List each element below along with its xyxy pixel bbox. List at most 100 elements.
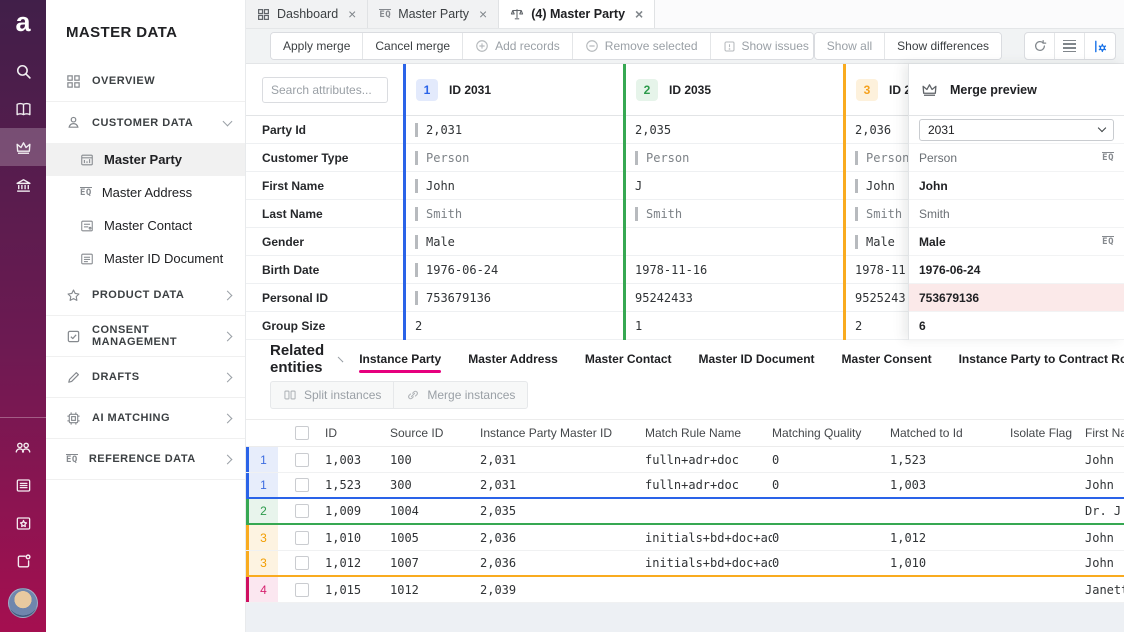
user-avatar[interactable] <box>8 588 38 618</box>
add-records-button[interactable]: Add records <box>463 33 573 59</box>
tab-instance-party-to-contract-role[interactable]: Instance Party to Contract Role <box>959 340 1124 378</box>
eq-rule-icon[interactable]: EQ <box>1102 152 1114 163</box>
docs-icon[interactable] <box>0 90 46 128</box>
preview-record-select[interactable]: 2031 <box>919 119 1114 141</box>
sidebar-item-overview[interactable]: OVERVIEW <box>46 61 245 102</box>
select-all-checkbox[interactable] <box>278 426 325 440</box>
record3-value[interactable]: Person <box>843 144 908 171</box>
column-header-match-rule-name[interactable]: Match Rule Name <box>645 426 772 440</box>
column-header-instance-party-master-id[interactable]: Instance Party Master ID <box>480 426 645 440</box>
monitoring-icon[interactable] <box>0 504 46 542</box>
record3-value[interactable]: Smith <box>843 200 908 227</box>
record2-value[interactable]: J <box>623 172 843 199</box>
preview-row-personal-id[interactable]: 753679136 <box>909 284 1124 312</box>
instance-row[interactable]: 2 1,009 1004 2,035 Dr. J <box>246 499 1124 525</box>
users-icon[interactable] <box>0 428 46 466</box>
record2-value[interactable] <box>623 228 843 255</box>
tab-master-id-document[interactable]: Master ID Document <box>699 340 815 378</box>
sidebar-item-reference-data[interactable]: EQ REFERENCE DATA <box>46 439 245 480</box>
preview-row-last-name[interactable]: Smith <box>909 200 1124 228</box>
apply-merge-button[interactable]: Apply merge <box>271 33 363 59</box>
record3-value[interactable]: 9525243 <box>843 284 908 311</box>
column-header-matching-quality[interactable]: Matching Quality <box>772 426 890 440</box>
tab-master-contact[interactable]: Master Contact <box>585 340 672 378</box>
tab-dashboard[interactable]: Dashboard × <box>246 0 368 28</box>
instance-row[interactable]: 3 1,012 1007 2,036 initials+bd+doc+adr 0… <box>246 551 1124 577</box>
row-checkbox[interactable] <box>278 583 325 597</box>
instance-row[interactable]: 3 1,010 1005 2,036 initials+bd+doc+adr 0… <box>246 525 1124 551</box>
record1-value[interactable]: John <box>403 172 623 199</box>
governance-icon[interactable] <box>0 166 46 204</box>
preview-row-group-size[interactable]: 6 <box>909 312 1124 340</box>
row-height-icon[interactable] <box>1055 33 1085 59</box>
record2-value[interactable]: Smith <box>623 200 843 227</box>
record2-value[interactable]: 1978-11-16 <box>623 256 843 283</box>
sidebar-item-master-address[interactable]: EQ Master Address <box>46 176 245 209</box>
row-checkbox[interactable] <box>278 504 325 518</box>
instance-row[interactable]: 1 1,523 300 2,031 fulln+adr+doc 0 1,003 … <box>246 473 1124 499</box>
row-checkbox[interactable] <box>278 531 325 545</box>
preview-row-birth-date[interactable]: 1976-06-24 <box>909 256 1124 284</box>
sidebar-item-master-party[interactable]: Master Party <box>46 143 245 176</box>
record3-header[interactable]: 3 ID 2036 <box>843 79 908 101</box>
record3-value[interactable]: Male <box>843 228 908 255</box>
tab-instance-party[interactable]: Instance Party <box>359 340 441 378</box>
preview-row-customer-type[interactable]: Person EQ <box>909 144 1124 172</box>
cancel-merge-button[interactable]: Cancel merge <box>363 33 463 59</box>
sidebar-item-customer-data[interactable]: CUSTOMER DATA <box>46 102 245 143</box>
close-icon[interactable]: × <box>635 7 643 21</box>
record1-value[interactable]: 1976-06-24 <box>403 256 623 283</box>
tab-master-consent[interactable]: Master Consent <box>842 340 932 378</box>
sidebar-item-master-id-document[interactable]: Master ID Document <box>46 242 245 275</box>
split-instances-button[interactable]: Split instances <box>270 381 393 409</box>
eq-rule-icon[interactable]: EQ <box>1102 236 1114 247</box>
record1-value[interactable]: 753679136 <box>403 284 623 311</box>
record3-value[interactable]: 2 <box>843 312 908 339</box>
record2-value[interactable]: Person <box>623 144 843 171</box>
column-settings-icon[interactable] <box>1085 33 1115 59</box>
preview-row-first-name[interactable]: John <box>909 172 1124 200</box>
column-header-source-id[interactable]: Source ID <box>390 426 480 440</box>
record2-value[interactable]: 1 <box>623 312 843 339</box>
record1-value[interactable]: 2,031 <box>403 116 623 143</box>
merge-instances-button[interactable]: Merge instances <box>393 381 528 409</box>
remove-selected-button[interactable]: Remove selected <box>573 33 711 59</box>
sidebar-item-consent-management[interactable]: CONSENT MANAGEMENT <box>46 316 245 357</box>
chevron-right-icon[interactable] <box>338 356 344 362</box>
tab-master-party[interactable]: EQ Master Party × <box>368 0 499 28</box>
record1-value[interactable]: Smith <box>403 200 623 227</box>
sidebar-item-drafts[interactable]: DRAFTS <box>46 357 245 398</box>
row-checkbox[interactable] <box>278 478 325 492</box>
search-icon[interactable] <box>0 52 46 90</box>
record1-value[interactable]: 2 <box>403 312 623 339</box>
column-header-matched-to-id[interactable]: Matched to Id <box>890 426 1010 440</box>
sidebar-item-master-contact[interactable]: Master Contact <box>46 209 245 242</box>
record3-value[interactable]: 2,036 <box>843 116 908 143</box>
record3-value[interactable]: 1978-11 <box>843 256 908 283</box>
mdm-crown-icon[interactable] <box>0 128 46 166</box>
notifications-icon[interactable] <box>0 542 46 580</box>
instance-row[interactable]: 4 1,015 1012 2,039 Janett <box>246 577 1124 603</box>
record1-header[interactable]: 1 ID 2031 <box>403 79 623 101</box>
show-issues-button[interactable]: Show issues 1 <box>711 33 814 59</box>
catalog-icon[interactable] <box>0 466 46 504</box>
tab-master-address[interactable]: Master Address <box>468 340 558 378</box>
column-header-id[interactable]: ID <box>325 426 390 440</box>
tab-merge-master-party[interactable]: (4) Master Party × <box>499 0 655 28</box>
close-icon[interactable]: × <box>479 7 487 21</box>
row-checkbox[interactable] <box>278 556 325 570</box>
instance-row[interactable]: 1 1,003 100 2,031 fulln+adr+doc 0 1,523 … <box>246 447 1124 473</box>
record3-value[interactable]: John <box>843 172 908 199</box>
refresh-icon[interactable] <box>1025 33 1055 59</box>
sidebar-item-product-data[interactable]: PRODUCT DATA <box>46 275 245 316</box>
record2-header[interactable]: 2 ID 2035 <box>623 79 843 101</box>
show-differences-button[interactable]: Show differences <box>885 33 1001 59</box>
preview-row-gender[interactable]: Male EQ <box>909 228 1124 256</box>
row-checkbox[interactable] <box>278 453 325 467</box>
sidebar-item-ai-matching[interactable]: AI MATCHING <box>46 398 245 439</box>
record2-value[interactable]: 95242433 <box>623 284 843 311</box>
column-header-isolate-flag[interactable]: Isolate Flag <box>1010 426 1085 440</box>
column-header-first-name[interactable]: First Name <box>1085 426 1124 440</box>
show-all-button[interactable]: Show all <box>815 33 885 59</box>
close-icon[interactable]: × <box>348 7 356 21</box>
